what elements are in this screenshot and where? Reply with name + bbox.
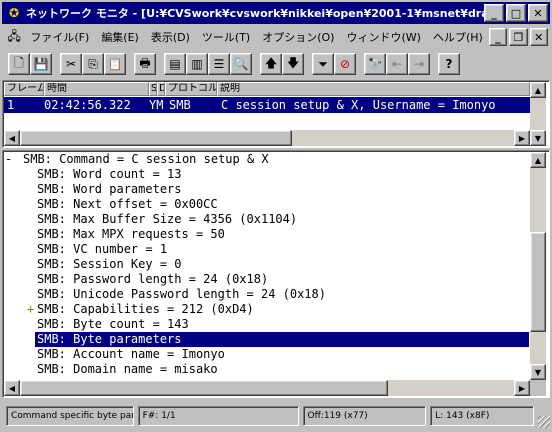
detail-line[interactable]: SMB: Word parameters xyxy=(5,182,531,197)
menu-help[interactable]: ヘルプ(H) xyxy=(427,29,489,45)
find-next-icon[interactable]: ⇥ xyxy=(408,53,430,75)
find-prev-icon[interactable]: ⇤ xyxy=(386,53,408,75)
find-icon[interactable]: 🔭 xyxy=(364,53,386,75)
detail-line[interactable]: SMB: Next offset = 0x00CC xyxy=(5,197,531,212)
detail-line[interactable]: SMB: Session Key = 0 xyxy=(5,257,531,272)
summary-hscrollbar[interactable]: ◀ ▶ xyxy=(4,130,530,146)
scroll-thumb[interactable] xyxy=(530,232,546,332)
detail-line[interactable]: SMB: Password length = 24 (0x18) xyxy=(5,272,531,287)
up-arrow-icon[interactable]: 🡅 xyxy=(260,53,282,75)
row-frame: 1 xyxy=(7,98,15,112)
detail-line[interactable]: SMB: Max Buffer Size = 4356 (0x1104) xyxy=(5,212,531,227)
col-description[interactable]: 説明 xyxy=(217,82,530,96)
copy-icon[interactable]: ⎘ xyxy=(82,53,104,75)
detail-line[interactable]: SMB: Unicode Password length = 24 (0x18) xyxy=(5,287,531,302)
status-hint: Command specific byte par xyxy=(6,406,134,426)
scroll-left-button[interactable]: ◀ xyxy=(4,130,20,146)
pane-summary-icon[interactable]: ▤ xyxy=(164,53,186,75)
scroll-track[interactable] xyxy=(530,98,546,130)
doc-minimize-button[interactable]: _ xyxy=(488,28,508,46)
scroll-right-button[interactable]: ▶ xyxy=(514,380,530,396)
row-time: 02:42:56.322 xyxy=(44,98,131,112)
detail-line-command[interactable]: - SMB: Command = C session setup & X xyxy=(5,152,531,167)
scroll-track[interactable] xyxy=(530,168,546,232)
scroll-corner xyxy=(530,380,546,396)
summary-row-selected[interactable]: 1 02:42:56.322 YM SMB C session setup & … xyxy=(4,97,530,113)
menu-window[interactable]: ウィンドウ(W) xyxy=(340,29,426,45)
detail-line[interactable]: SMB: Max MPX requests = 50 xyxy=(5,227,531,242)
print-icon[interactable]: 🖶 xyxy=(134,53,156,75)
new-icon[interactable]: 🗋 xyxy=(8,53,30,75)
detail-pane: - SMB: Command = C session setup & X SMB:… xyxy=(2,150,550,398)
detail-line[interactable]: SMB: Word count = 13 xyxy=(5,167,531,182)
menu-bar: 🖧 ファイル(F) 編集(E) 表示(D) ツール(T) オプション(O) ウィ… xyxy=(2,26,550,48)
paste-icon[interactable]: 📋 xyxy=(104,53,126,75)
scroll-thumb[interactable] xyxy=(20,380,388,396)
scroll-down-button[interactable]: ▼ xyxy=(530,364,546,380)
network-monitor-icon: ✪ xyxy=(8,6,20,20)
pane-detail-icon[interactable]: ▥ xyxy=(186,53,208,75)
doc-close-button[interactable]: ✕ xyxy=(529,28,548,46)
status-length: L: 143 (x8F) xyxy=(430,406,535,426)
scroll-up-button[interactable]: ▲ xyxy=(530,152,546,168)
detail-hscrollbar[interactable]: ◀ ▶ xyxy=(4,380,530,396)
cut-icon[interactable]: ✂ xyxy=(60,53,82,75)
scroll-track[interactable] xyxy=(530,332,546,364)
menu-edit[interactable]: 編集(E) xyxy=(95,29,145,45)
col-protocol[interactable]: プロトコル xyxy=(165,82,217,96)
detail-vscrollbar[interactable]: ▲ ▼ xyxy=(530,152,546,380)
title-bar: ✪ ネットワーク モニタ - [U:¥CVSwork¥cvswork¥nikke… xyxy=(2,2,550,24)
status-frame: F#: 1/1 xyxy=(137,406,299,426)
row-src: YM xyxy=(149,98,164,112)
expand-icon[interactable]: + xyxy=(27,302,37,317)
detail-line[interactable]: SMB: Account name = Imonyo xyxy=(5,347,531,362)
close-button[interactable]: ✕ xyxy=(528,4,548,22)
detail-line[interactable]: SMB: VC number = 1 xyxy=(5,242,531,257)
menu-options[interactable]: オプション(O) xyxy=(256,29,340,45)
col-src[interactable]: S xyxy=(149,82,157,96)
scroll-right-button[interactable]: ▶ xyxy=(514,130,530,146)
scroll-thumb[interactable] xyxy=(20,130,292,146)
summary-header: フレーム 時間 S D プロトコル 説明 xyxy=(4,82,530,96)
summary-vscrollbar[interactable]: ▲ ▼ xyxy=(530,82,546,146)
filter-off-icon[interactable]: ⊘ xyxy=(334,53,356,75)
scroll-down-button[interactable]: ▼ xyxy=(530,130,546,146)
doc-restore-button[interactable]: ❐ xyxy=(509,28,528,46)
row-description: C session setup & X, Username = Imonyo xyxy=(221,98,496,112)
save-icon[interactable]: 💾 xyxy=(30,53,52,75)
minimize-button[interactable]: _ xyxy=(484,4,504,22)
scroll-up-button[interactable]: ▲ xyxy=(530,82,546,98)
window-title: ネットワーク モニタ - [U:¥CVSwork¥cvswork¥nikkei¥… xyxy=(26,7,484,20)
menu-view[interactable]: 表示(D) xyxy=(145,29,196,45)
detail-line[interactable]: SMB: Byte count = 143 xyxy=(5,317,531,332)
scroll-track[interactable] xyxy=(292,130,514,146)
toolbar: 🗋 💾 ✂ ⎘ 📋 🖶 ▤ ▥ ☰ 🔍 🡅 🡇 ⏷ ⊘ 🔭 ⇤ ⇥ ? xyxy=(2,50,550,78)
document-icon[interactable]: 🖧 xyxy=(6,29,22,45)
resize-grip-icon[interactable] xyxy=(538,416,550,428)
scroll-left-button[interactable]: ◀ xyxy=(4,380,20,396)
status-bar: Command specific byte par F#: 1/1 Off:11… xyxy=(2,402,550,430)
scroll-track[interactable] xyxy=(388,380,514,396)
pane-hex-icon[interactable]: ☰ xyxy=(208,53,230,75)
col-frame[interactable]: フレーム xyxy=(4,82,44,96)
zoom-icon[interactable]: 🔍 xyxy=(230,53,252,75)
filter-icon[interactable]: ⏷ xyxy=(312,53,334,75)
row-protocol: SMB xyxy=(169,98,191,112)
status-offset: Off:119 (x77) xyxy=(302,406,427,426)
maximize-button[interactable]: □ xyxy=(506,4,526,22)
col-dst[interactable]: D xyxy=(157,82,165,96)
help-icon[interactable]: ? xyxy=(438,53,460,75)
detail-line-capabilities[interactable]: + SMB: Capabilities = 212 (0xD4) xyxy=(5,302,531,317)
menu-tools[interactable]: ツール(T) xyxy=(196,29,256,45)
down-arrow-icon[interactable]: 🡇 xyxy=(282,53,304,75)
menu-file[interactable]: ファイル(F) xyxy=(24,29,95,45)
detail-line[interactable]: SMB: Domain name = misako xyxy=(5,362,531,377)
detail-line-selected[interactable]: SMB: Byte parameters xyxy=(34,331,530,348)
collapse-icon[interactable]: - xyxy=(5,152,23,167)
col-time[interactable]: 時間 xyxy=(44,82,149,96)
